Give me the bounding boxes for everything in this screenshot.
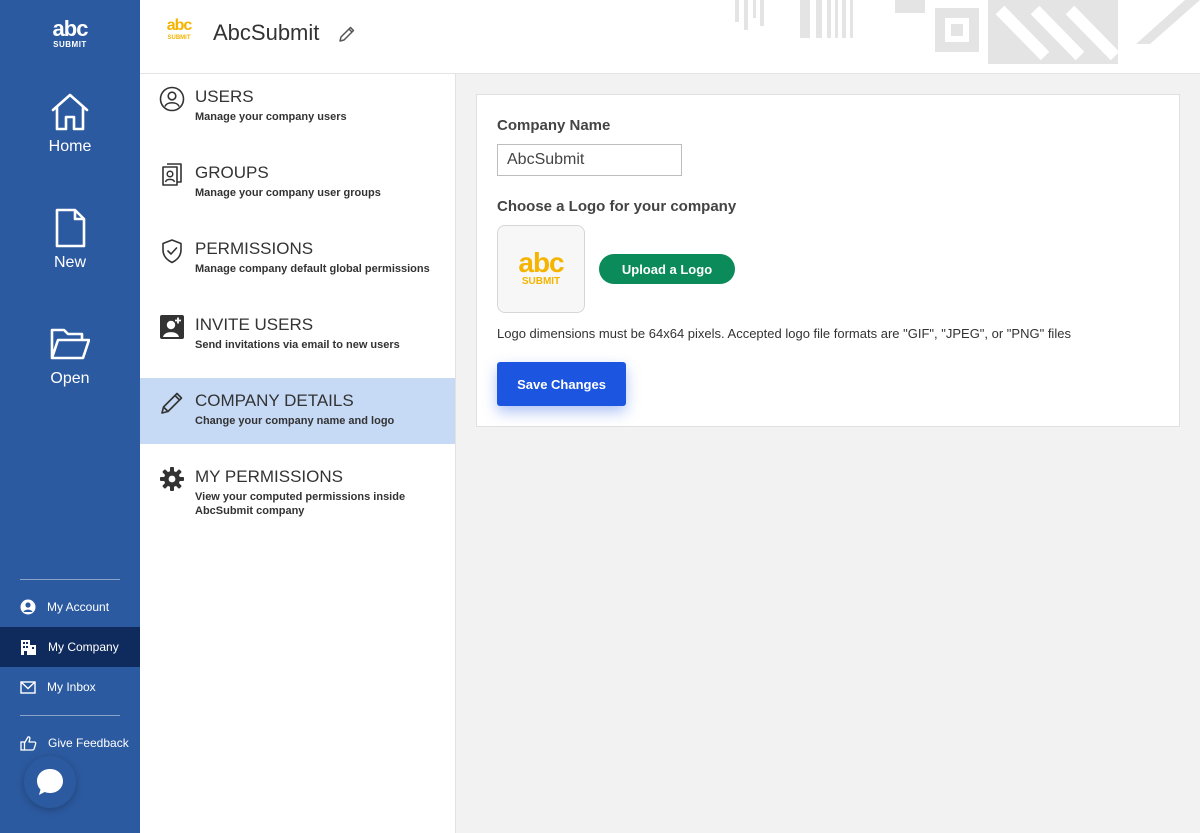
company-name-label: Company Name [497, 117, 611, 134]
building-icon [21, 640, 36, 655]
menu-item-desc: View your computed permissions inside Ab… [195, 491, 406, 517]
top-header: abc SUBMIT AbcSubmit [140, 0, 1200, 74]
save-changes-button[interactable]: Save Changes [497, 362, 626, 406]
chat-bubble-icon [37, 769, 63, 795]
menu-item-title: PERMISSIONS [195, 239, 314, 258]
rail-link-label: My Company [48, 640, 119, 654]
rail-link-my-company[interactable]: My Company [0, 627, 140, 667]
header-decoration [735, 0, 1200, 64]
menu-item-invite-users[interactable]: INVITE USERS Send invitations via email … [140, 302, 455, 368]
company-details-card: Company Name Choose a Logo for your comp… [476, 94, 1180, 427]
nav-home-label: Home [48, 138, 92, 155]
nav-new[interactable]: New [0, 208, 140, 272]
rail-link-my-account[interactable]: My Account [0, 587, 140, 627]
logo-text-bottom: SUBMIT [521, 276, 561, 287]
company-logo: abc SUBMIT [162, 18, 196, 42]
company-title: AbcSubmit [213, 20, 320, 45]
logo-text-bottom: SUBMIT [53, 40, 87, 49]
user-circle-icon [20, 599, 36, 615]
menu-item-my-permissions[interactable]: MY PERMISSIONS View your computed permis… [140, 454, 455, 520]
user-circle-icon [159, 86, 185, 112]
rail-link-label: My Inbox [47, 680, 96, 694]
brand-logo[interactable]: abc SUBMIT [0, 18, 140, 50]
gear-icon [160, 467, 184, 491]
folder-open-icon [50, 328, 90, 360]
chat-button[interactable] [24, 756, 76, 808]
menu-item-desc: Manage your company user groups [195, 187, 381, 199]
rail-divider [20, 715, 120, 716]
logo-preview: abc SUBMIT [497, 225, 585, 313]
shield-check-icon [162, 239, 182, 264]
pencil-icon [339, 26, 355, 42]
logo-text-top: abc [52, 16, 89, 41]
upload-logo-button[interactable]: Upload a Logo [599, 254, 735, 284]
menu-item-users[interactable]: USERS Manage your company users [140, 74, 455, 140]
menu-item-desc: Change your company name and logo [195, 415, 395, 427]
group-badge-icon [162, 163, 182, 186]
logo-label: Choose a Logo for your company [497, 198, 737, 215]
settings-menu: USERS Manage your company users GROUPS M… [140, 74, 456, 833]
logo-text-top: abc [518, 247, 564, 278]
rail-link-label: Give Feedback [48, 736, 129, 750]
logo-text-bottom: SUBMIT [167, 35, 191, 41]
company-name-input[interactable] [497, 144, 682, 176]
home-icon [51, 93, 89, 131]
add-user-icon [160, 315, 184, 339]
nav-new-label: New [53, 254, 86, 271]
nav-home[interactable]: Home [0, 92, 140, 156]
pencil-icon [161, 392, 183, 414]
menu-item-title: INVITE USERS [195, 315, 314, 334]
nav-open[interactable]: Open [0, 324, 140, 388]
rail-link-give-feedback[interactable]: Give Feedback [0, 723, 140, 763]
menu-item-title: GROUPS [195, 163, 269, 182]
menu-item-title: COMPANY DETAILS [195, 391, 354, 410]
rail-divider [20, 579, 120, 580]
menu-item-groups[interactable]: GROUPS Manage your company user groups [140, 150, 455, 216]
left-rail: abc SUBMIT Home New Open My Account My C… [0, 0, 140, 833]
menu-item-title: USERS [195, 87, 254, 106]
menu-item-title: MY PERMISSIONS [195, 467, 343, 486]
file-icon [55, 208, 86, 248]
thumbs-up-icon [20, 736, 37, 751]
menu-item-desc: Manage your company users [195, 111, 347, 123]
menu-item-desc: Manage company default global permission… [195, 263, 430, 275]
menu-item-permissions[interactable]: PERMISSIONS Manage company default globa… [140, 226, 455, 292]
logo-requirements-hint: Logo dimensions must be 64x64 pixels. Ac… [497, 326, 1071, 341]
menu-item-desc: Send invitations via email to new users [195, 339, 400, 351]
logo-text-top: abc [166, 17, 193, 34]
nav-open-label: Open [50, 370, 90, 387]
menu-item-company-details[interactable]: COMPANY DETAILS Change your company name… [140, 378, 455, 444]
envelope-icon [20, 680, 36, 694]
rail-link-label: My Account [47, 600, 110, 614]
edit-title-button[interactable] [338, 25, 356, 48]
rail-link-my-inbox[interactable]: My Inbox [0, 667, 140, 707]
